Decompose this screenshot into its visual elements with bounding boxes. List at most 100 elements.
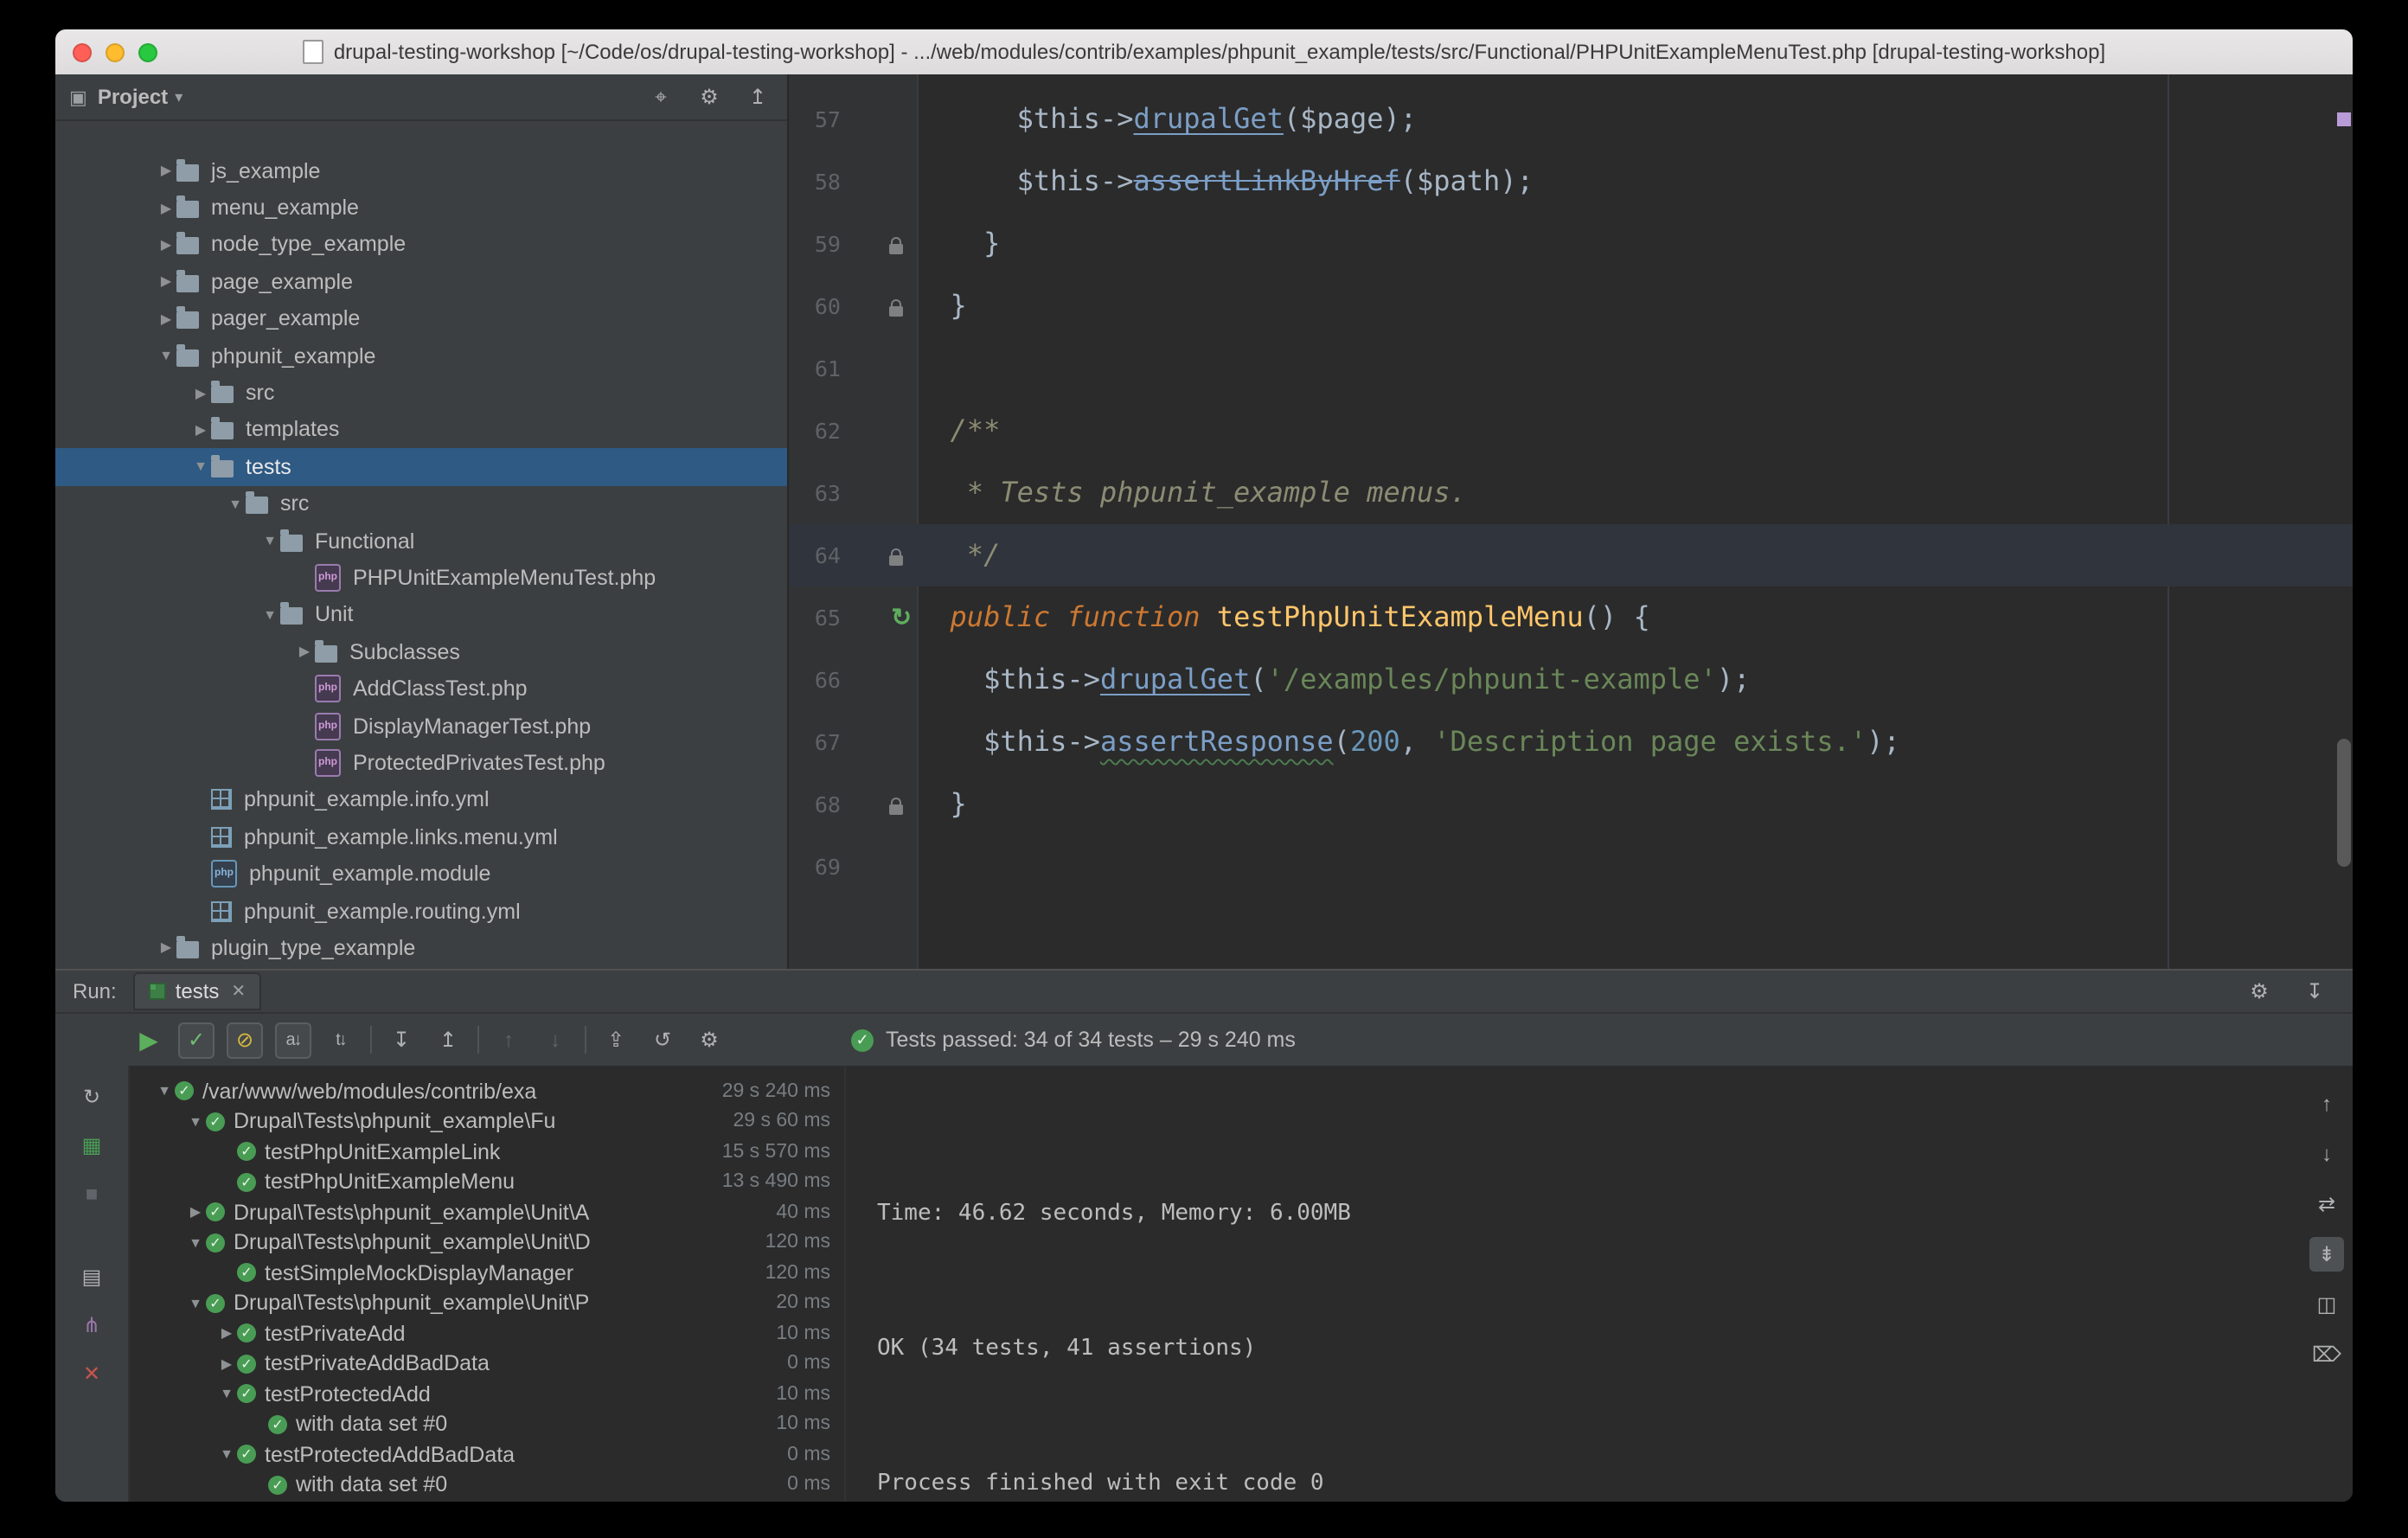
project-tree-item-src[interactable]: ▶ src [55,375,787,412]
project-tree-item-plugin_type_example[interactable]: ▶ plugin_type_example [55,929,787,966]
test-console[interactable]: Time: 46.62 seconds, Memory: 6.00MB OK (3… [846,1066,2353,1502]
expand-arrow-icon[interactable]: ▼ [185,1235,206,1251]
gutter-cell[interactable]: 58 [789,151,917,213]
project-tree-item-phpunit_example[interactable]: ▼ phpunit_example [55,337,787,375]
expand-arrow-icon[interactable]: ▶ [216,1326,237,1342]
titlebar[interactable]: drupal-testing-workshop [~/Code/os/drupa… [55,29,2353,76]
gutter-cell[interactable]: 67 [789,711,917,773]
show-ignored-toggle[interactable]: ⊘ [227,1022,263,1058]
test-item-with data set #0[interactable]: ✓ with data set #0 10 ms [130,1409,844,1439]
code-line-62[interactable]: 62 /** [789,400,2353,462]
test-item-testPrivateAddBadData[interactable]: ▶ ✓ testPrivateAddBadData 0 ms [130,1349,844,1379]
stop-button[interactable]: ■ [74,1176,109,1211]
test-item-with data set #0[interactable]: ✓ with data set #0 0 ms [130,1470,844,1500]
expand-arrow-icon[interactable]: ▼ [185,1296,206,1311]
hide-panel-button[interactable]: ↧ [2297,974,2332,1009]
project-tree-item-AddClassTest.php[interactable]: php AddClassTest.php [55,670,787,708]
project-tree[interactable]: ▶ js_example ▶ menu_example ▶ node_type_examp… [55,119,787,969]
project-panel-title[interactable]: Project [98,85,168,109]
code-editor[interactable]: 57 $this->drupalGet($page); 58 $this->ass… [789,74,2353,969]
project-tree-item-DisplayManagerTest.php[interactable]: php DisplayManagerTest.php [55,708,787,745]
test-item-testPhpUnitExampleLink[interactable]: ✓ testPhpUnitExampleLink 15 s 570 ms [130,1137,844,1167]
gutter-cell[interactable]: 62 [789,400,917,462]
collapse-all-button[interactable]: ↥ [431,1022,465,1057]
project-tree-item-Functional[interactable]: ▼ Functional [55,522,787,560]
code-line-57[interactable]: 57 $this->drupalGet($page); [789,88,2353,151]
expand-arrow-icon[interactable]: ▼ [190,459,211,475]
attach-debugger-button[interactable]: ⋔ [74,1308,109,1343]
scroll-to-end-toggle[interactable]: ⇟ [2309,1237,2344,1272]
test-item-Drupal\Tests\phpunit_example\Unit\P[interactable]: ▼ ✓ Drupal\Tests\phpunit_example\Unit\P 20 … [130,1288,844,1318]
test-item-/var/www/web/modules/contrib/exa[interactable]: ▼ ✓ /var/www/web/modules/contrib/exa 29 s 2… [130,1076,844,1106]
code-line-60[interactable]: 60 } [789,275,2353,337]
expand-arrow-icon[interactable]: ▶ [156,940,176,956]
gutter-cell[interactable]: 57 [789,88,917,151]
expand-arrow-icon[interactable]: ▶ [156,200,176,215]
project-tree-item-PHPUnitExampleMenuTest.php[interactable]: php PHPUnitExampleMenuTest.php [55,560,787,597]
expand-arrow-icon[interactable]: ▶ [156,274,176,290]
code-line-64[interactable]: 64 */ [789,524,2353,586]
locate-file-button[interactable]: ⌖ [645,81,676,112]
rerun-tests-button[interactable]: ▶ [131,1022,166,1057]
test-item-testSimpleMockDisplayManager[interactable]: ✓ testSimpleMockDisplayManager 120 ms [130,1258,844,1288]
expand-arrow-icon[interactable]: ▶ [185,1205,206,1221]
expand-arrow-icon[interactable]: ▼ [216,1387,237,1402]
gutter-cell[interactable]: 69 [789,836,917,898]
project-tree-item-tests[interactable]: ▼ tests [55,448,787,486]
project-tree-item-phpunit_example.links.menu.yml[interactable]: phpunit_example.links.menu.yml [55,818,787,856]
project-tree-item-templates[interactable]: ▶ templates [55,411,787,448]
test-item-testProtectedAddBadData[interactable]: ▼ ✓ testProtectedAddBadData 0 ms [130,1439,844,1470]
expand-arrow-icon[interactable]: ▶ [216,1356,237,1372]
editor-scrollbar[interactable] [2335,74,2353,969]
gutter-cell[interactable]: 68 [789,773,917,836]
clear-console-button[interactable]: ⌦ [2309,1337,2344,1372]
code-line-63[interactable]: 63 * Tests phpunit_example menus. [789,462,2353,524]
collapse-all-button[interactable]: ↥ [742,81,773,112]
scroll-to-top-button[interactable]: ↑ [2309,1086,2344,1121]
expand-arrow-icon[interactable]: ▶ [156,163,176,178]
code-line-67[interactable]: 67 $this->assertResponse(200, 'Descripti… [789,711,2353,773]
previous-failed-test-button[interactable]: ↑ [491,1022,526,1057]
expand-arrow-icon[interactable]: ▼ [185,1114,206,1130]
project-tree-item-ProtectedPrivatesTest.php[interactable]: php ProtectedPrivatesTest.php [55,745,787,782]
rerun-button[interactable]: ↻ [74,1080,109,1114]
close-button[interactable]: ✕ [74,1356,109,1391]
code-line-68[interactable]: 68 } [789,773,2353,836]
expand-arrow-icon[interactable]: ▶ [156,237,176,253]
expand-arrow-icon[interactable]: ▶ [190,422,211,438]
close-tab-icon[interactable]: ✕ [231,982,246,1001]
chevron-down-icon[interactable]: ▾ [175,87,183,106]
expand-all-button[interactable]: ↧ [384,1022,419,1057]
next-failed-test-button[interactable]: ↓ [538,1022,573,1057]
expand-arrow-icon[interactable]: ▼ [259,533,280,548]
code-line-69[interactable]: 69 [789,836,2353,898]
zoom-window-button[interactable] [138,43,157,62]
settings-button[interactable]: ⚙ [2242,974,2277,1009]
project-tree-item-page_example[interactable]: ▶ page_example [55,263,787,300]
preview-button[interactable]: ▤ [74,1259,109,1294]
sort-by-duration-toggle[interactable]: t↓ [323,1022,358,1057]
code-line-58[interactable]: 58 $this->assertLinkByHref($path); [789,151,2353,213]
gutter-cell[interactable]: 65 ↻ [789,586,917,649]
project-tree-item-menu_example[interactable]: ▶ menu_example [55,189,787,227]
project-tree-item-Unit[interactable]: ▼ Unit [55,596,787,633]
code-line-59[interactable]: 59 } [789,213,2353,275]
project-tree-item-js_example[interactable]: ▶ js_example [55,152,787,189]
test-item-testPrivateAdd[interactable]: ▶ ✓ testPrivateAdd 10 ms [130,1318,844,1349]
project-tree-item-pager_example[interactable]: ▶ pager_example [55,300,787,337]
expand-arrow-icon[interactable]: ▼ [259,607,280,623]
code-line-66[interactable]: 66 $this->drupalGet('/examples/phpunit-e… [789,649,2353,711]
minimize-window-button[interactable] [106,43,125,62]
gutter-cell[interactable]: 61 [789,337,917,400]
expand-arrow-icon[interactable]: ▼ [156,348,176,363]
gutter-cell[interactable]: 66 [789,649,917,711]
show-passed-toggle[interactable]: ✓ [178,1022,215,1058]
error-stripe-mark[interactable] [2337,112,2351,126]
gutter-cell[interactable]: 59 [789,213,917,275]
settings-button[interactable]: ⚙ [694,81,725,112]
run-test-icon[interactable]: ↻ [892,603,912,632]
project-tree-item-Subclasses[interactable]: ▶ Subclasses [55,633,787,670]
test-history-button[interactable]: ↺ [645,1022,680,1057]
test-item-Drupal\Tests\phpunit_example\Unit\D[interactable]: ▼ ✓ Drupal\Tests\phpunit_example\Unit\D 120… [130,1227,844,1258]
test-item-Drupal\Tests\phpunit_example\Unit\A[interactable]: ▶ ✓ Drupal\Tests\phpunit_example\Unit\A 40 … [130,1197,844,1227]
